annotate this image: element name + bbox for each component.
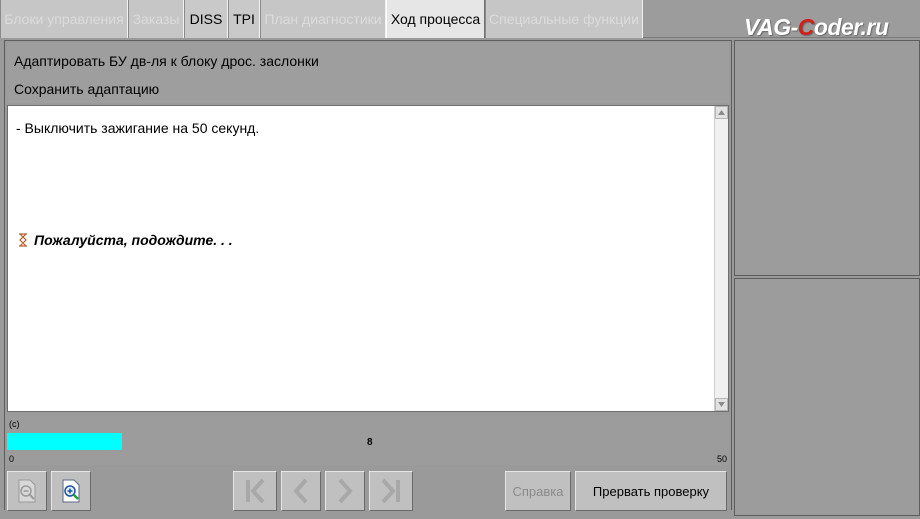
tab-diss[interactable]: DISS: [184, 0, 228, 38]
bottom-toolbar: Справка Прервать проверку: [5, 467, 731, 511]
skip-last-icon: [381, 478, 400, 504]
tab-orders[interactable]: Заказы: [128, 0, 184, 38]
instruction-text: - Выключить зажигание на 50 секунд.: [16, 120, 260, 136]
right-panel-top: [734, 40, 920, 276]
zoom-out-button[interactable]: [7, 471, 47, 511]
right-panel-bottom: [734, 278, 920, 516]
procedure-header: Адаптировать БУ дв-ля к блоку дрос. засл…: [7, 43, 729, 103]
progress-unit: (c): [9, 419, 20, 429]
procedure-title: Адаптировать БУ дв-ля к блоку дрос. засл…: [14, 53, 319, 69]
progress-value: 8: [367, 437, 373, 448]
next-icon: [338, 478, 353, 504]
next-button[interactable]: [325, 471, 365, 511]
tab-tpi[interactable]: TPI: [228, 0, 260, 38]
scroll-up-button[interactable]: [715, 106, 728, 119]
progress-min: 0: [9, 454, 15, 464]
instruction-area: - Выключить зажигание на 50 секунд. Пожа…: [7, 105, 729, 412]
help-button[interactable]: Справка: [505, 471, 571, 511]
tab-diagnostic-plan[interactable]: План диагностики: [260, 0, 386, 38]
scroll-down-button[interactable]: [715, 398, 728, 411]
zoom-in-button[interactable]: [51, 471, 91, 511]
tab-process[interactable]: Ход процесса: [386, 0, 485, 38]
main-panel: Адаптировать БУ дв-ля к блоку дрос. засл…: [4, 40, 732, 511]
prev-icon: [293, 478, 308, 504]
zoom-out-icon: [18, 479, 36, 503]
prev-button[interactable]: [281, 471, 321, 511]
abort-test-button[interactable]: Прервать проверку: [575, 471, 727, 511]
arrow-up-icon: [718, 110, 725, 115]
progress-bar-fill: [7, 433, 122, 450]
vertical-scrollbar[interactable]: [714, 106, 728, 411]
hourglass-icon: [19, 233, 27, 247]
tab-special-functions[interactable]: Специальные функции: [485, 0, 643, 38]
skip-first-icon: [246, 478, 265, 504]
arrow-down-icon: [718, 402, 725, 407]
progress-max: 50: [716, 454, 727, 464]
last-button[interactable]: [369, 471, 413, 511]
watermark-logo: VAG-Coder.ru: [744, 14, 889, 40]
tab-control-units[interactable]: Блоки управления: [0, 0, 128, 38]
first-button[interactable]: [233, 471, 277, 511]
wait-message: Пожалуйста, подождите. . .: [18, 232, 233, 248]
procedure-step: Сохранить адаптацию: [14, 81, 160, 97]
progress-area: (c) 8 0 50: [7, 415, 729, 465]
zoom-in-icon: [62, 479, 80, 503]
wait-text: Пожалуйста, подождите. . .: [34, 232, 233, 248]
